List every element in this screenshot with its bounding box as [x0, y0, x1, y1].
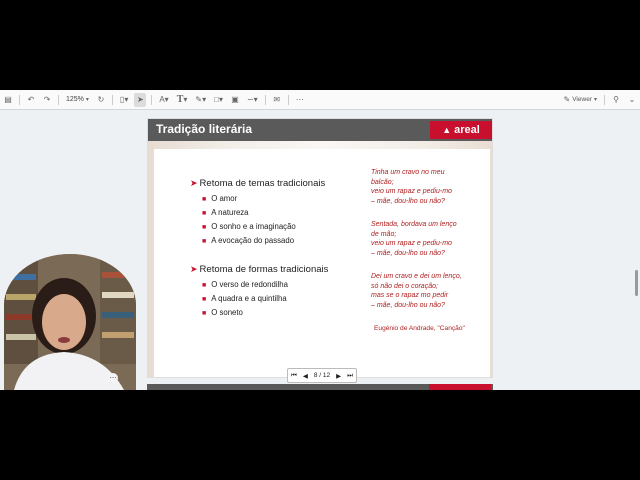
zoom-level: 125%: [66, 96, 84, 103]
presenter-video-frame: [4, 254, 136, 390]
arrow-bullet-icon: ➤: [190, 264, 198, 274]
next-slide-preview: [147, 384, 493, 390]
logo-mark-icon: ▲: [442, 125, 452, 135]
chevron-down-icon: ▾: [593, 97, 597, 103]
square-bullet-icon: ■: [202, 196, 207, 203]
zoom-select[interactable]: 125% ▾: [64, 93, 91, 107]
square-bullet-icon: ■: [202, 282, 207, 289]
toolbar-divider: [111, 94, 113, 105]
chevron-down-icon: ▾: [85, 97, 89, 103]
undo-icon[interactable]: ↶: [25, 93, 37, 107]
section-heading-forms: ➤ Retoma de formas tradicionais: [190, 264, 329, 275]
signature-icon[interactable]: ∽▾: [245, 93, 260, 107]
sidebar-toggle-icon[interactable]: ▤: [2, 93, 14, 107]
document-viewer: ▤ ↶ ↷ 125% ▾ ↻ ▯▾ ➤ A▾ T ▾ ✎▾ □▾ ▣ ∽▾ ✉ ⋯ …: [0, 90, 640, 390]
poem-attribution: Eugénio de Andrade, "Canção": [374, 325, 465, 332]
arrow-bullet-icon: ➤: [190, 178, 198, 188]
list-item: ■ A quadra e a quintilha: [202, 294, 287, 303]
pen-icon[interactable]: ✎▾: [193, 93, 208, 107]
page-navigator: ⏮ ◀ 8 / 12 ▶ ⏭: [287, 368, 357, 383]
poem-stanza-1: Tinha um cravo no meu balcão; veio um ra…: [371, 169, 452, 205]
shape-icon[interactable]: □▾: [212, 93, 225, 107]
more-options-icon[interactable]: ⋯: [108, 373, 118, 383]
image-icon[interactable]: ▣: [229, 93, 241, 107]
square-bullet-icon: ■: [202, 224, 207, 231]
square-bullet-icon: ■: [202, 310, 207, 317]
square-bullet-icon: ■: [202, 296, 207, 303]
slide-title: Tradição literária: [156, 122, 253, 136]
areal-logo: [429, 384, 491, 390]
areal-logo: ▲ areal: [430, 121, 492, 139]
slide-title-bar: Tradição literária ▲ areal: [148, 119, 492, 141]
pencil-icon: ✎: [563, 95, 571, 104]
select-cursor-icon[interactable]: ➤: [134, 92, 147, 107]
logo-text: areal: [454, 124, 480, 136]
text-box-icon[interactable]: A▾: [157, 93, 170, 107]
webcam-video: [4, 254, 136, 390]
toolbar-divider: [58, 94, 59, 105]
viewer-mode-label: Viewer: [572, 96, 592, 103]
list-item: ■ O amor: [202, 194, 238, 203]
list-item: ■ A evocação do passado: [202, 236, 295, 245]
page-tools-icon[interactable]: ▯▾: [118, 93, 130, 107]
poem-stanza-3: Dei um cravo e dei um lenço, só não dei …: [371, 273, 462, 309]
toolbar-divider: [287, 94, 289, 105]
square-bullet-icon: ■: [202, 210, 207, 217]
more-icon[interactable]: ⋯: [294, 93, 306, 107]
toolbar-divider: [19, 94, 20, 105]
comment-icon[interactable]: ✉: [271, 93, 283, 107]
text-tool-icon[interactable]: T ▾: [175, 93, 190, 107]
page-indicator: 8 / 12: [313, 372, 331, 379]
section-heading-themes: ➤ Retoma de temas tradicionais: [190, 178, 326, 189]
viewer-mode-button[interactable]: ✎ Viewer ▾: [562, 93, 599, 107]
slide-content: ➤ Retoma de temas tradicionais ■ O amor ■ A…: [154, 149, 490, 377]
first-page-icon[interactable]: ⏮: [291, 372, 297, 380]
slide-page: Tradição literária ▲ areal ➤ Retoma de te…: [147, 118, 493, 378]
rotate-icon[interactable]: ↻: [95, 93, 107, 107]
toolbar-divider: [151, 94, 153, 105]
chevron-down-icon[interactable]: ⌄: [626, 93, 638, 107]
next-page-icon[interactable]: ▶: [336, 372, 341, 380]
list-item: ■ O sonho e a imaginação: [202, 222, 296, 231]
toolbar-divider: [604, 94, 605, 105]
poem-stanza-2: Sentada, bordava um lenço de mão; veio u…: [371, 221, 457, 257]
scrollbar[interactable]: [635, 270, 638, 296]
search-icon[interactable]: ⚲: [610, 93, 622, 107]
last-page-icon[interactable]: ⏭: [347, 372, 353, 380]
previous-page-icon[interactable]: ◀: [303, 372, 308, 380]
redo-icon[interactable]: ↷: [41, 93, 53, 107]
list-item: ■ O verso de redondilha: [202, 280, 288, 289]
toolbar-divider: [264, 94, 266, 105]
square-bullet-icon: ■: [202, 238, 207, 245]
list-item: ■ O soneto: [202, 308, 243, 317]
list-item: ■ A natureza: [202, 208, 249, 217]
toolbar: ▤ ↶ ↷ 125% ▾ ↻ ▯▾ ➤ A▾ T ▾ ✎▾ □▾ ▣ ∽▾ ✉ ⋯ …: [0, 90, 640, 110]
